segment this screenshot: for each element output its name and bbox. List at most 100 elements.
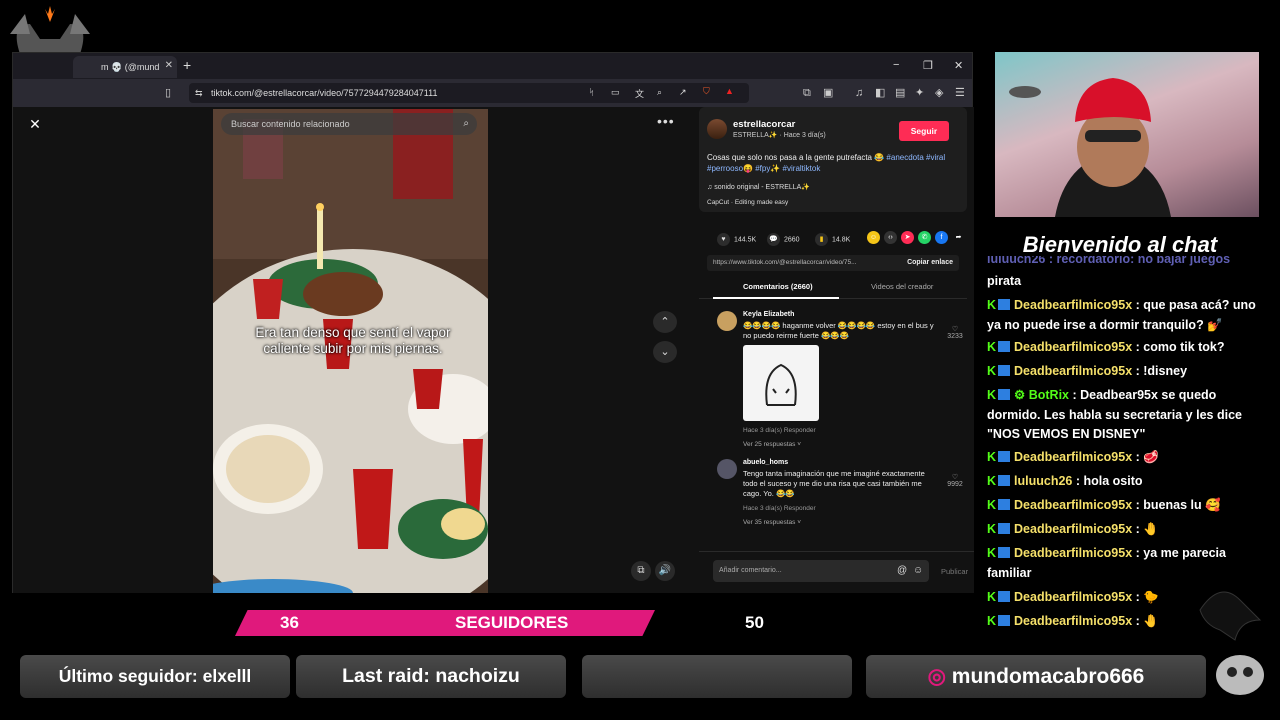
view-replies-button[interactable]: Ver 35 respuestas ˅ [743, 519, 801, 526]
tab-creator-videos[interactable]: Videos del creador [871, 282, 933, 291]
search-related-input[interactable]: Buscar contenido relacionado ⌕ [221, 113, 477, 135]
facebook-icon[interactable]: f [935, 231, 948, 244]
chat-username[interactable]: Deadbearfilmico95x [1014, 298, 1132, 312]
comment-user[interactable]: Keyla Elizabeth [743, 311, 794, 318]
translate-icon[interactable]: 文 [635, 87, 644, 100]
publish-button[interactable]: Publicar [941, 567, 968, 576]
more-options-icon[interactable]: ••• [657, 113, 675, 129]
comment-like-button[interactable]: ♡ 9992 [943, 473, 967, 488]
chat-username[interactable]: Deadbearfilmico95x [1014, 340, 1132, 354]
save-button[interactable]: ▮ 14.8K [815, 233, 850, 246]
send-icon[interactable]: ➤ [901, 231, 914, 244]
brave-shield-icon[interactable]: ⛉ [703, 86, 710, 97]
tab-close-icon[interactable]: ✕ [165, 60, 173, 71]
sub-badge-icon [998, 365, 1011, 376]
comment-like-count: 9992 [947, 481, 963, 488]
kick-badge-icon: K [987, 614, 997, 628]
extensions-icon[interactable]: ⧉ [803, 87, 811, 99]
chat-message-text: : buenas lu 🥰 [1135, 498, 1221, 512]
comment-meta[interactable]: Hace 3 día(s) Responder [743, 505, 816, 512]
tabs-icon[interactable]: ▤ [895, 87, 905, 99]
bookmark-icon[interactable]: ▯ [165, 87, 171, 99]
whatsapp-icon[interactable]: ✆ [918, 231, 931, 244]
next-video-button[interactable]: ⌄ [653, 341, 677, 363]
tab-title: m 💀 (@mund [101, 62, 160, 72]
wallet-icon[interactable]: ▣ [823, 87, 833, 99]
mention-icon[interactable]: @ [897, 565, 907, 576]
comment-sticker-image [743, 345, 819, 421]
rewards-icon[interactable]: ▲ [725, 86, 734, 96]
hashtag[interactable]: #viral [926, 153, 945, 162]
kick-badge-icon: K [987, 450, 997, 464]
emoji-share-icon[interactable]: ☺ [867, 231, 880, 244]
chat-username[interactable]: Deadbearfilmico95x [1014, 364, 1132, 378]
vpn-icon[interactable]: ◈ [935, 87, 943, 99]
heart-icon: ♡ [951, 474, 959, 481]
miniplayer-icon[interactable]: ⧉ [631, 561, 651, 581]
chat-username[interactable]: BotRix [1029, 388, 1069, 402]
author-name[interactable]: estrellacorcar [733, 119, 795, 130]
like-button[interactable]: ♥ 144.5K [717, 233, 756, 246]
follow-button[interactable]: Seguir [899, 121, 949, 141]
url-toolbar: ▯ ⇆ tiktok.com/@estrellacorcar/video/757… [13, 79, 972, 107]
previous-video-button[interactable]: ⌃ [653, 311, 677, 333]
address-bar[interactable]: ⇆ tiktok.com/@estrellacorcar/video/75772… [189, 83, 749, 103]
comment-button[interactable]: 💬 2660 [767, 233, 800, 246]
comment-text: 😂😂😂😂 haganme volver 😂😂😂😂 estoy en el bus… [743, 321, 934, 340]
leo-icon[interactable]: ✦ [915, 87, 924, 99]
chat-username[interactable]: Deadbearfilmico95x [1014, 522, 1132, 536]
avatar[interactable] [717, 459, 737, 479]
zoom-icon[interactable]: ⌕ [657, 87, 662, 98]
share-arrow-icon[interactable]: ➦ [952, 231, 965, 244]
comment-meta[interactable]: Hace 3 día(s) Responder [743, 427, 816, 434]
hashtag[interactable]: #fpy✨ [755, 164, 780, 173]
instagram-handle: mundomacabro666 [951, 665, 1145, 688]
new-tab-button[interactable]: + [183, 57, 191, 73]
sidebar-icon[interactable]: ◧ [875, 87, 885, 99]
minimize-button[interactable]: − [893, 59, 899, 71]
comment-input[interactable]: Añadir comentario... @ ☺ [713, 560, 929, 582]
comment-user[interactable]: abuelo_homs [743, 459, 788, 466]
hashtag[interactable]: #perrooso😝 [707, 164, 753, 173]
embed-icon[interactable]: ‹› [884, 231, 897, 244]
music-icon[interactable]: ♫ [855, 87, 863, 99]
kick-badge-icon: K [987, 546, 997, 560]
share-link-url[interactable]: https://www.tiktok.com/@estrellacorcar/v… [713, 259, 893, 266]
sound-link[interactable]: ♫ sonido original - ESTRELLA✨ [707, 183, 810, 191]
chat-username[interactable]: Deadbearfilmico95x [1014, 450, 1132, 464]
chat-username[interactable]: luluuch26 [1014, 474, 1072, 488]
volume-icon[interactable]: 🔊 [655, 561, 675, 581]
site-settings-icon[interactable]: ⇆ [195, 88, 203, 99]
hashtag[interactable]: #anecdota [886, 153, 923, 162]
chat-username[interactable]: Deadbearfilmico95x [1014, 498, 1132, 512]
copy-link-button[interactable]: Copiar enlace [907, 259, 953, 266]
screenshot-icon[interactable]: ▭ [611, 87, 620, 98]
chat-username[interactable]: Deadbearfilmico95x [1014, 614, 1132, 628]
kick-badge-icon: K [987, 388, 997, 402]
chat-message: Kluluuch26 : hola osito [987, 472, 1262, 492]
reader-icon[interactable]: ᛋ [589, 87, 594, 97]
emoji-icon[interactable]: ☺ [913, 565, 923, 576]
share-icon[interactable]: ↗ [679, 87, 687, 98]
comment-like-button[interactable]: ♡ 3233 [943, 325, 967, 340]
menu-icon[interactable]: ☰ [955, 87, 965, 99]
bot-badge-icon: ⚙ [1014, 388, 1029, 402]
tab-comments[interactable]: Comentarios (2660) [743, 282, 813, 291]
browser-window: m 💀 (@mund ✕ + − ❐ ✕ ▯ ⇆ tiktok.com/@est… [12, 52, 974, 593]
avatar[interactable] [707, 119, 727, 139]
close-video-button[interactable]: ✕ [26, 115, 44, 133]
comment-text: Tengo tanta imaginación que me imaginé e… [743, 469, 925, 498]
last-raid-box: Last raid: nachoizu [296, 655, 566, 698]
avatar[interactable] [717, 311, 737, 331]
hashtag[interactable]: #viraltiktok [783, 164, 821, 173]
view-replies-button[interactable]: Ver 25 respuestas ˅ [743, 441, 801, 448]
video-player[interactable]: Buscar contenido relacionado ⌕ Era tan d… [213, 109, 488, 593]
chat-username[interactable]: Deadbearfilmico95x [1014, 590, 1132, 604]
close-window-button[interactable]: ✕ [954, 59, 963, 72]
chat-username[interactable]: Deadbearfilmico95x [1014, 546, 1132, 560]
chat-message-text: : hola osito [1075, 474, 1143, 488]
restore-button[interactable]: ❐ [923, 59, 933, 72]
search-icon[interactable]: ⌕ [463, 118, 469, 129]
capcut-link[interactable]: CapCut · Editing made easy [707, 199, 788, 206]
browser-tab[interactable]: m 💀 (@mund ✕ [73, 56, 177, 78]
